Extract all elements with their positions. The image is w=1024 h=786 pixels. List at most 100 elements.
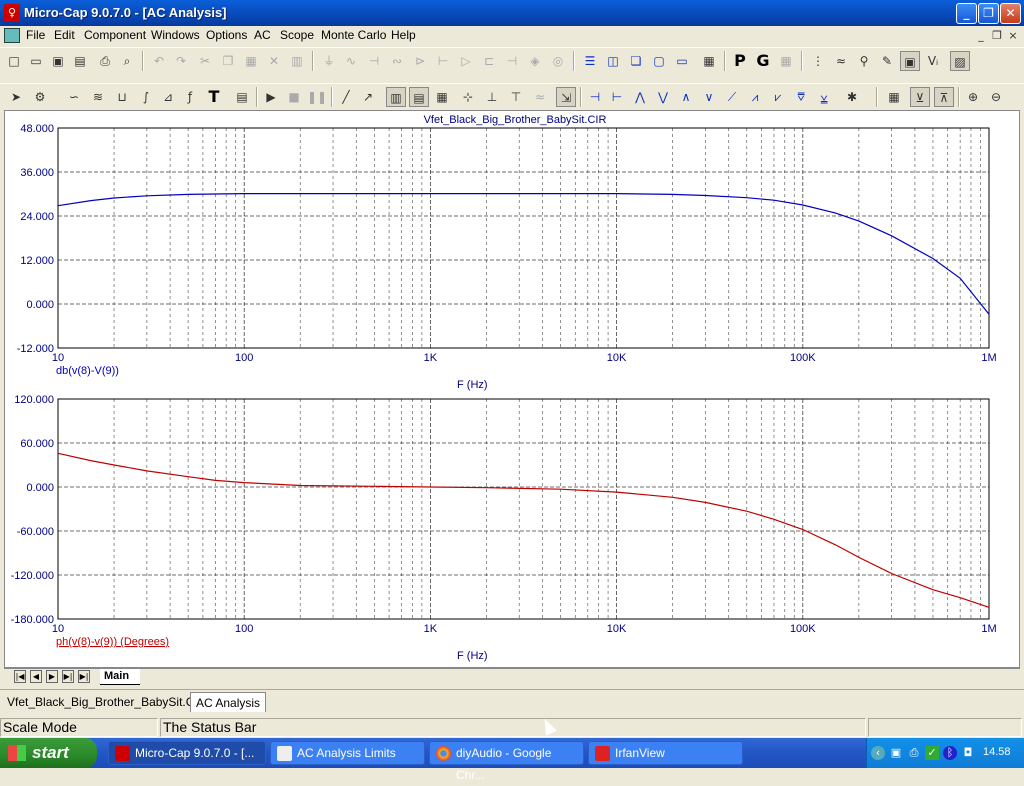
window-icon[interactable]: ▢ (649, 51, 669, 71)
bracket-icon[interactable]: ⊔ (112, 87, 132, 107)
close-button[interactable]: ✕ (1000, 3, 1021, 24)
undo-icon[interactable]: ↶ (149, 51, 169, 71)
bottom-icon[interactable]: ⩣ (814, 87, 834, 107)
switch-icon[interactable]: ⊏ (479, 51, 499, 71)
menu-edit[interactable]: Edit (54, 28, 75, 42)
zoom-in-icon[interactable]: ⊕ (963, 87, 983, 107)
inductor-icon[interactable]: ∾ (387, 51, 407, 71)
printer-icon[interactable]: ⎙ (907, 746, 921, 760)
tray-expand-icon[interactable]: ‹ (871, 746, 885, 760)
menu-component[interactable]: Component (84, 28, 146, 42)
security-icon[interactable]: ◘ (961, 746, 975, 760)
child-minimize-button[interactable]: _ (974, 29, 988, 42)
task-chrome[interactable]: diyAudio - Google Chr... (429, 741, 584, 782)
line-icon[interactable]: ╱ (336, 87, 356, 107)
nav-next-button[interactable]: ▶ (46, 670, 58, 683)
doc-tab-circuit[interactable]: Vfet_Black_Big_Brother_BabySit.CIR (2, 692, 211, 712)
menu-options[interactable]: Options (206, 28, 247, 42)
menu-help[interactable]: Help (391, 28, 416, 42)
ac-analysis-plot[interactable]: Vfet_Black_Big_Brother_BabySit.CIR 10 100… (5, 111, 1021, 669)
peak-icon[interactable]: ⊥ (482, 87, 502, 107)
valley-find-icon[interactable]: ⋁ (653, 87, 673, 107)
tile-horizontal-icon[interactable]: ☰ (580, 51, 600, 71)
high-icon[interactable]: ∧ (676, 87, 696, 107)
nav-last-button[interactable]: ▶| (62, 670, 74, 683)
network-icon[interactable]: ▣ (889, 746, 903, 760)
g-icon[interactable]: G (753, 51, 773, 71)
p-icon[interactable]: P (730, 51, 750, 71)
display-icon[interactable]: ▣ (900, 51, 920, 71)
cursor-mode-icon[interactable]: ⊹ (458, 87, 478, 107)
scale-mode-icon[interactable]: ⇲ (556, 87, 576, 107)
run-icon[interactable]: ▶ (261, 87, 281, 107)
tile-vertical-icon[interactable]: ◫ (603, 51, 623, 71)
print-icon[interactable]: ⎙ (95, 51, 115, 71)
app-icon[interactable]: ♀ (4, 4, 20, 22)
tab-main[interactable]: Main (100, 669, 140, 685)
new-icon[interactable]: □ (4, 51, 24, 71)
minimize-button[interactable]: _ (956, 3, 977, 24)
opamp-icon[interactable]: ▷ (456, 51, 476, 71)
pause-icon[interactable]: ❚❚ (307, 87, 327, 107)
select-all-icon[interactable]: ▥ (287, 51, 307, 71)
transistor-icon[interactable]: ⊢ (433, 51, 453, 71)
paste-icon[interactable]: ▦ (241, 51, 261, 71)
monte-carlo-icon[interactable]: ✱ (842, 87, 862, 107)
probe-icon[interactable]: ⚲ (854, 51, 874, 71)
capacitor-icon[interactable]: ⊣ (364, 51, 384, 71)
valley-icon[interactable]: ⊤ (506, 87, 526, 107)
wave-icon[interactable]: ≋ (88, 87, 108, 107)
task-microcap[interactable]: Micro-Cap 9.0.7.0 - [... (108, 741, 266, 765)
waveform-icon[interactable]: ≈ (831, 51, 851, 71)
grid-vertical-icon[interactable]: ▥ (386, 87, 406, 107)
task-irfanview[interactable]: IrfanView (588, 741, 743, 765)
nav-prev-button[interactable]: ◀ (30, 670, 42, 683)
save-all-icon[interactable]: ▤ (70, 51, 90, 71)
fc-icon[interactable]: ƒ (180, 87, 200, 107)
stop-icon[interactable]: ■ (284, 87, 304, 107)
y-scale-icon[interactable]: ⊼ (934, 87, 954, 107)
nav-end-button[interactable]: ▶| (78, 670, 90, 683)
low-icon[interactable]: ∨ (699, 87, 719, 107)
open-icon[interactable]: ▭ (26, 51, 46, 71)
select-arrow-icon[interactable]: ➤ (6, 87, 26, 107)
safely-remove-icon[interactable]: ✓ (925, 746, 939, 760)
component-picker-icon[interactable]: ⚙ (30, 87, 50, 107)
pen-icon[interactable]: ✎ (877, 51, 897, 71)
global-low-icon[interactable]: ⩗ (768, 87, 788, 107)
node-icon[interactable]: ◎ (548, 51, 568, 71)
menu-file[interactable]: File (26, 28, 45, 42)
source-icon[interactable]: ◈ (525, 51, 545, 71)
arrow-line-icon[interactable]: ↗ (358, 87, 378, 107)
start-button[interactable]: start (0, 738, 97, 768)
calculator-icon[interactable]: ▦ (699, 51, 719, 71)
vi-icon[interactable]: Vᵢ (923, 51, 943, 71)
cascade-icon[interactable]: ❏ (626, 51, 646, 71)
menu-monte-carlo[interactable]: Monte Carlo (321, 28, 386, 42)
menu-scope[interactable]: Scope (280, 28, 314, 42)
scale-icon[interactable]: ∽ (64, 87, 84, 107)
text-icon[interactable]: T (204, 87, 224, 107)
child-restore-button[interactable]: ❐ (990, 29, 1004, 42)
restore-button[interactable]: ❐ (978, 3, 999, 24)
table-icon[interactable]: ▦ (884, 87, 904, 107)
scope-icon[interactable]: ▨ (950, 51, 970, 71)
menu-windows[interactable]: Windows (151, 28, 200, 42)
redo-icon[interactable]: ↷ (171, 51, 191, 71)
delete-icon[interactable]: ✕ (264, 51, 284, 71)
save-icon[interactable]: ▣ (48, 51, 68, 71)
properties-icon[interactable]: ▤ (232, 87, 252, 107)
ground-icon[interactable]: ⏚ (319, 51, 339, 71)
step-icon[interactable]: ∫ (136, 87, 156, 107)
grid-toggle-icon[interactable]: ▦ (776, 51, 796, 71)
grid-horizontal-icon[interactable]: ▤ (409, 87, 429, 107)
split-icon[interactable]: ▭ (672, 51, 692, 71)
battery-icon[interactable]: ⊣ (502, 51, 522, 71)
zoom-out-icon[interactable]: ⊖ (986, 87, 1006, 107)
cursor-right-icon[interactable]: ⊢ (607, 87, 627, 107)
document-window-icon[interactable] (4, 28, 20, 43)
grid-full-icon[interactable]: ▦ (432, 87, 452, 107)
slope-icon[interactable]: ≈ (530, 87, 550, 107)
inflection-icon[interactable]: ⟋ (722, 87, 742, 107)
plot-window[interactable]: Vfet_Black_Big_Brother_BabySit.CIR 10 100… (4, 110, 1020, 668)
